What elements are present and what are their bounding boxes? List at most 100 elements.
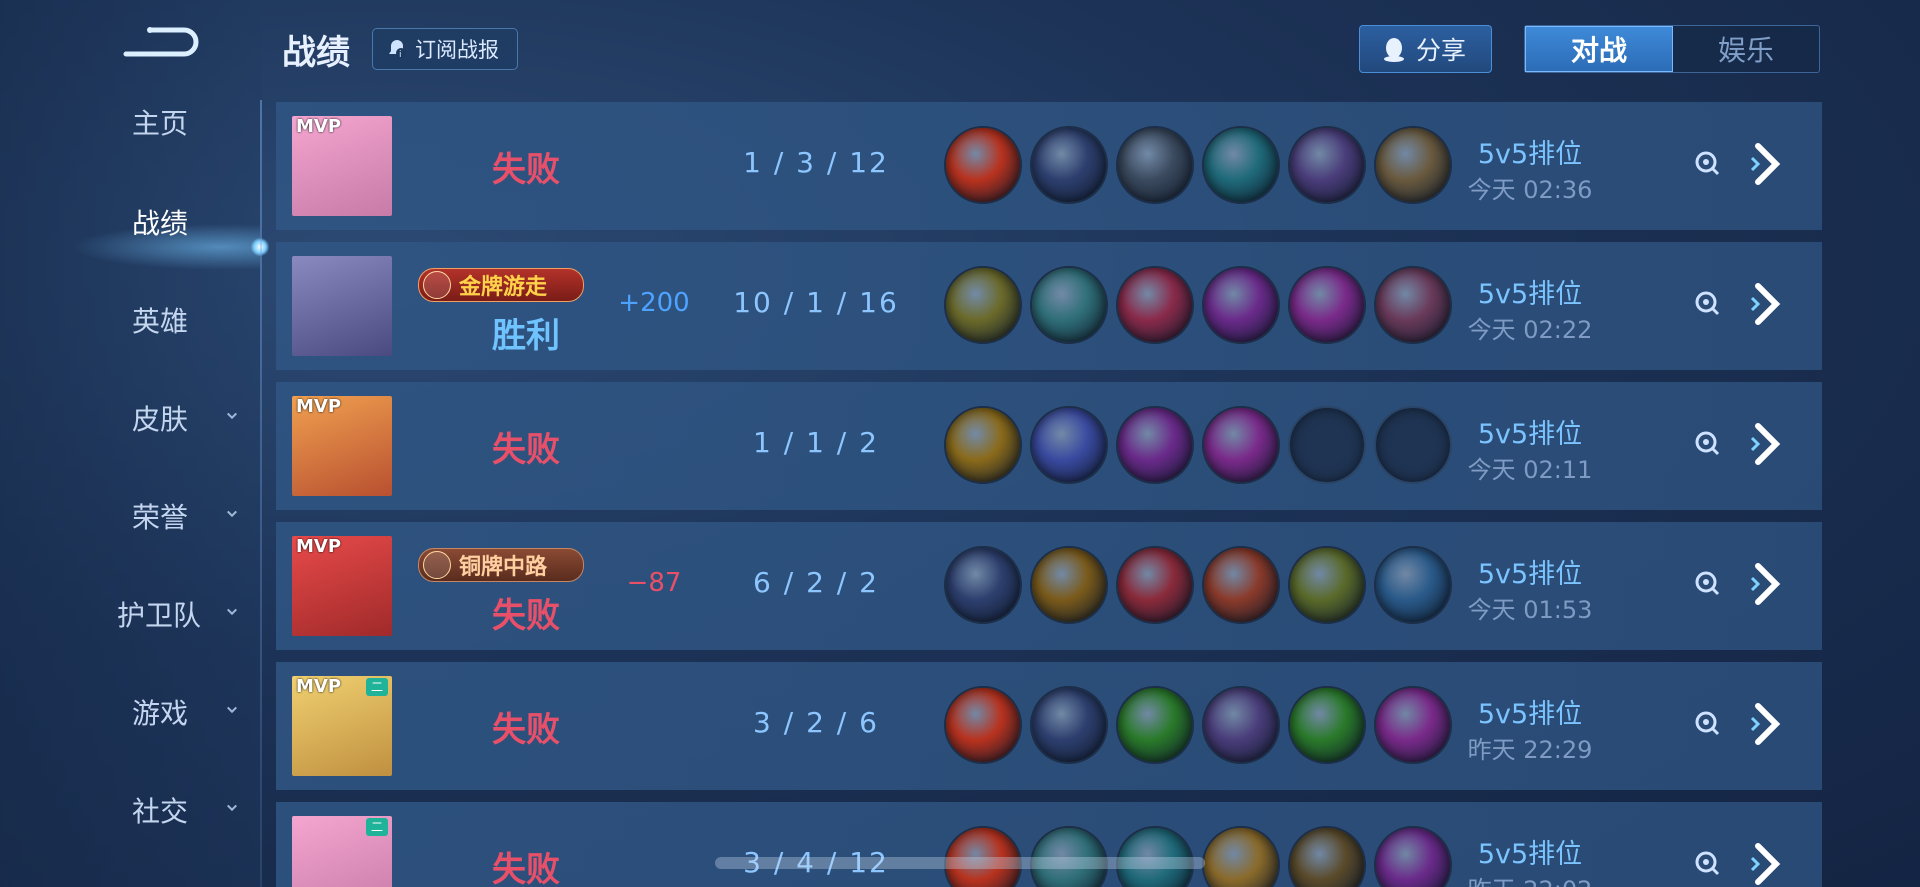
sidebar-item-label: 英雄 <box>132 305 189 338</box>
chevron-right-icon[interactable] <box>1750 702 1784 746</box>
subscribe-label: 订阅战报 <box>415 38 499 62</box>
equipment-icon[interactable] <box>944 126 1022 204</box>
item-build <box>944 406 1460 484</box>
page-title: 战绩 <box>282 33 350 73</box>
sidebar-item-1[interactable]: 战绩 <box>0 197 262 247</box>
chevron-down-icon <box>226 804 238 812</box>
sidebar-item-7[interactable]: 社交 <box>0 785 262 835</box>
equipment-icon[interactable] <box>1116 126 1194 204</box>
replay-icon[interactable] <box>1694 290 1720 316</box>
equipment-icon[interactable] <box>944 546 1022 624</box>
medal-icon <box>423 271 451 299</box>
hero-avatar[interactable]: MVP 二 <box>292 676 392 776</box>
match-row[interactable]: 二失败3 / 4 / 125v5排位昨天 22:02 <box>276 802 1822 887</box>
equipment-icon[interactable] <box>1374 826 1452 887</box>
share-button[interactable]: 分享 <box>1359 25 1492 73</box>
chevron-right-icon[interactable] <box>1750 282 1784 326</box>
equipment-icon[interactable] <box>1030 266 1108 344</box>
sidebar-item-0[interactable]: 主页 <box>0 97 262 147</box>
equipment-icon[interactable] <box>1202 126 1280 204</box>
replay-icon[interactable] <box>1694 570 1720 596</box>
chevron-right-icon[interactable] <box>1750 422 1784 466</box>
equipment-icon[interactable] <box>1116 406 1194 484</box>
equipment-icon[interactable] <box>1288 686 1366 764</box>
subscribe-report-button[interactable]: i 订阅战报 <box>372 28 518 70</box>
mvp-label: MVP <box>296 536 342 557</box>
equipment-icon[interactable] <box>944 686 1022 764</box>
kda-stats: 1 / 1 / 2 <box>753 426 879 459</box>
chevron-down-icon <box>226 510 238 518</box>
equipment-icon[interactable] <box>1202 546 1280 624</box>
equipment-icon[interactable] <box>1202 406 1280 484</box>
equipment-icon[interactable] <box>944 266 1022 344</box>
replay-icon[interactable] <box>1694 850 1720 876</box>
game-mode: 5v5排位 <box>1477 419 1583 450</box>
sidebar-item-2[interactable]: 英雄 <box>0 295 262 345</box>
match-time: 今天 02:22 <box>1467 316 1593 344</box>
equipment-icon[interactable] <box>1202 826 1280 887</box>
scrollbar[interactable] <box>715 857 1205 869</box>
replay-icon[interactable] <box>1694 710 1720 736</box>
equipment-icon[interactable] <box>1288 266 1366 344</box>
match-time: 今天 01:53 <box>1467 596 1593 624</box>
equipment-icon[interactable] <box>1116 266 1194 344</box>
equipment-icon[interactable] <box>944 406 1022 484</box>
tab-entertainment[interactable]: 娱乐 <box>1673 26 1819 72</box>
equipment-icon[interactable] <box>1030 546 1108 624</box>
honor-label: 金牌游走 <box>459 275 548 300</box>
honor-label: 铜牌中路 <box>459 555 548 580</box>
equipment-icon[interactable] <box>1288 126 1366 204</box>
kda-stats: 6 / 2 / 2 <box>753 566 879 599</box>
match-result: 失败 <box>492 430 560 470</box>
equipment-icon[interactable] <box>1288 826 1366 887</box>
equipment-icon[interactable] <box>1116 686 1194 764</box>
share-label: 分享 <box>1416 36 1467 65</box>
match-row[interactable]: MVP 失败 1 / 3 / 12 5v5排位 今天 02:36 <box>276 102 1822 230</box>
honor-badge: 铜牌中路 <box>418 548 584 582</box>
match-row[interactable]: 金牌游走 胜利 +200 10 / 1 / 16 5v5排位 今天 02:22 <box>276 242 1822 370</box>
sidebar-item-4[interactable]: 荣誉 <box>0 491 262 541</box>
match-list: MVP 失败 1 / 3 / 12 5v5排位 今天 02:36 金牌游走 胜利 +200 1… <box>276 102 1822 887</box>
match-time: 今天 02:36 <box>1467 176 1593 204</box>
chevron-right-icon[interactable] <box>1750 142 1784 186</box>
replay-icon[interactable] <box>1694 150 1720 176</box>
equipment-icon[interactable] <box>1030 406 1108 484</box>
hero-avatar[interactable]: 二 <box>292 816 392 887</box>
chevron-right-icon[interactable] <box>1750 842 1784 886</box>
sidebar-item-5[interactable]: 护卫队 <box>0 589 262 639</box>
equipment-icon[interactable] <box>1116 546 1194 624</box>
equipment-icon[interactable] <box>1374 126 1452 204</box>
back-button[interactable] <box>122 24 202 68</box>
equipment-icon[interactable] <box>1030 686 1108 764</box>
hero-avatar[interactable]: MVP <box>292 536 392 636</box>
game-mode: 5v5排位 <box>1477 699 1583 730</box>
tab-battle[interactable]: 对战 <box>1525 26 1673 72</box>
empty-slot <box>1288 406 1366 484</box>
sidebar-item-3[interactable]: 皮肤 <box>0 393 262 443</box>
sidebar-item-6[interactable]: 游戏 <box>0 687 262 737</box>
equipment-icon[interactable] <box>1374 546 1452 624</box>
match-row[interactable]: MVP 二失败 3 / 2 / 6 5v5排位 昨天 22:29 <box>276 662 1822 790</box>
hero-avatar[interactable]: MVP <box>292 396 392 496</box>
kda-stats: 1 / 3 / 12 <box>743 146 889 179</box>
back-arrow-icon <box>123 27 199 57</box>
hero-avatar[interactable]: MVP <box>292 116 392 216</box>
sidebar-item-label: 护卫队 <box>117 599 202 632</box>
equipment-icon[interactable] <box>1288 546 1366 624</box>
equipment-icon[interactable] <box>1374 266 1452 344</box>
equipment-icon[interactable] <box>1030 126 1108 204</box>
equipment-icon[interactable] <box>1202 686 1280 764</box>
qq-penguin-icon <box>1384 38 1404 62</box>
sidebar-item-label: 皮肤 <box>132 403 189 436</box>
sidebar-item-label: 荣誉 <box>132 501 189 534</box>
sidebar: 主页战绩英雄皮肤荣誉护卫队游戏社交 <box>0 0 269 887</box>
match-result: 失败 <box>492 710 560 750</box>
match-time: 昨天 22:29 <box>1467 736 1593 764</box>
chevron-right-icon[interactable] <box>1750 562 1784 606</box>
hero-avatar[interactable] <box>292 256 392 356</box>
replay-icon[interactable] <box>1694 430 1720 456</box>
match-row[interactable]: MVP 铜牌中路 失败 −87 6 / 2 / 2 5v5排位 今天 01:53 <box>276 522 1822 650</box>
match-row[interactable]: MVP 失败 1 / 1 / 2 5v5排位 今天 02:11 <box>276 382 1822 510</box>
equipment-icon[interactable] <box>1374 686 1452 764</box>
equipment-icon[interactable] <box>1202 266 1280 344</box>
